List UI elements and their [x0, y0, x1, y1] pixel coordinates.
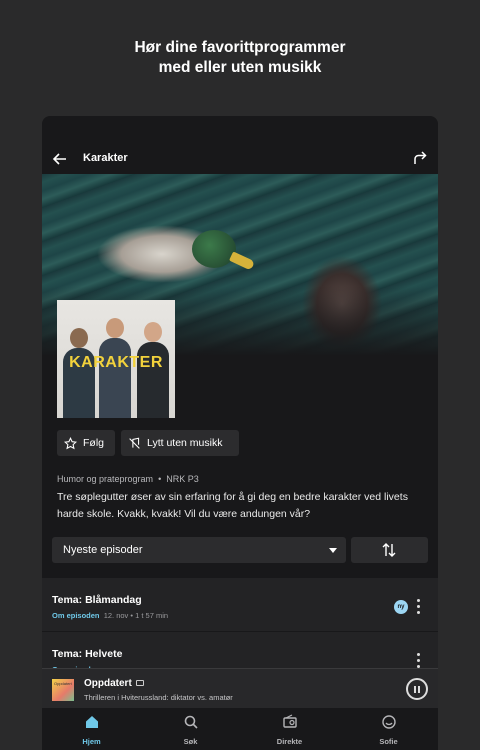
music-off-icon: [129, 437, 140, 449]
pause-icon[interactable]: [406, 678, 428, 700]
episode-subtitle: Om episoden 12. nov • 1 t 57 min: [52, 611, 169, 620]
mini-player-subtitle: Thrilleren i Hviterussland: diktator vs.…: [84, 693, 233, 702]
promo-line-1: Hør dine favorittprogrammer: [134, 39, 346, 56]
swap-vertical-icon: [382, 543, 396, 557]
more-options-icon[interactable]: [417, 653, 421, 669]
follow-label: Følg: [83, 437, 104, 449]
smiley-icon: [381, 715, 396, 729]
page-title: Karakter: [83, 152, 128, 164]
nav-item-sofie[interactable]: Sofie: [339, 708, 438, 750]
episode-title: Tema: Helvete: [52, 648, 123, 660]
episode-sort-select[interactable]: Nyeste episoder: [52, 537, 346, 563]
nav-label: Søk: [183, 737, 198, 746]
search-icon: [184, 715, 198, 729]
cast-icon: [135, 680, 144, 687]
episode-info-link[interactable]: Om episoden: [52, 611, 100, 620]
app-screen: Karakter KARAKTER Følg Lytt uten musikk …: [42, 116, 438, 750]
episode-row[interactable]: Tema: Blåmandag Om episoden 12. nov • 1 …: [42, 578, 438, 631]
podcast-cover: KARAKTER: [57, 300, 175, 418]
program-meta: Humor og prateprogram • NRK P3: [57, 474, 199, 484]
duck-head: [192, 230, 236, 268]
star-icon: [64, 436, 77, 449]
promo-line-2: med eller uten musikk: [158, 59, 322, 76]
home-icon: [85, 716, 98, 728]
mini-player-thumbnail: Oppdatert: [52, 679, 74, 701]
nav-label: Sofie: [379, 737, 398, 746]
promo-heading: Hør dine favorittprogrammer med eller ut…: [0, 38, 480, 78]
program-description: Tre søplegutter øser av sin erfaring for…: [57, 491, 408, 520]
sort-order-button[interactable]: [351, 537, 428, 563]
listen-without-music-button[interactable]: Lytt uten musikk: [121, 430, 239, 456]
listen-label: Lytt uten musikk: [147, 437, 223, 449]
mini-player[interactable]: Oppdatert Oppdatert Thrilleren i Hviteru…: [42, 668, 438, 708]
duck-bill: [229, 251, 255, 271]
new-badge: ny: [394, 600, 408, 614]
top-bar: Karakter: [42, 116, 438, 174]
chevron-down-icon: [329, 548, 337, 553]
category-text: Humor og prateprogram: [57, 474, 154, 484]
arrow-left-icon[interactable]: [52, 151, 68, 167]
nav-label: Hjem: [82, 737, 101, 746]
nav-item-sok[interactable]: Søk: [141, 708, 240, 750]
nav-item-direkte[interactable]: Direkte: [240, 708, 339, 750]
channel-text: NRK P3: [166, 474, 199, 484]
cover-logo-text: KARAKTER: [69, 354, 163, 371]
bottom-navigation: Hjem Søk Direkte Sofie: [42, 708, 438, 750]
episode-title: Tema: Blåmandag: [52, 594, 142, 606]
share-icon[interactable]: [412, 150, 428, 166]
radio-icon: [282, 714, 297, 728]
nav-label: Direkte: [276, 737, 303, 746]
follow-button[interactable]: Følg: [57, 430, 115, 456]
episode-sort-value: Nyeste episoder: [63, 544, 143, 556]
more-options-icon[interactable]: [417, 599, 421, 615]
mini-player-title: Oppdatert: [84, 678, 144, 689]
nav-item-hjem[interactable]: Hjem: [42, 708, 141, 750]
